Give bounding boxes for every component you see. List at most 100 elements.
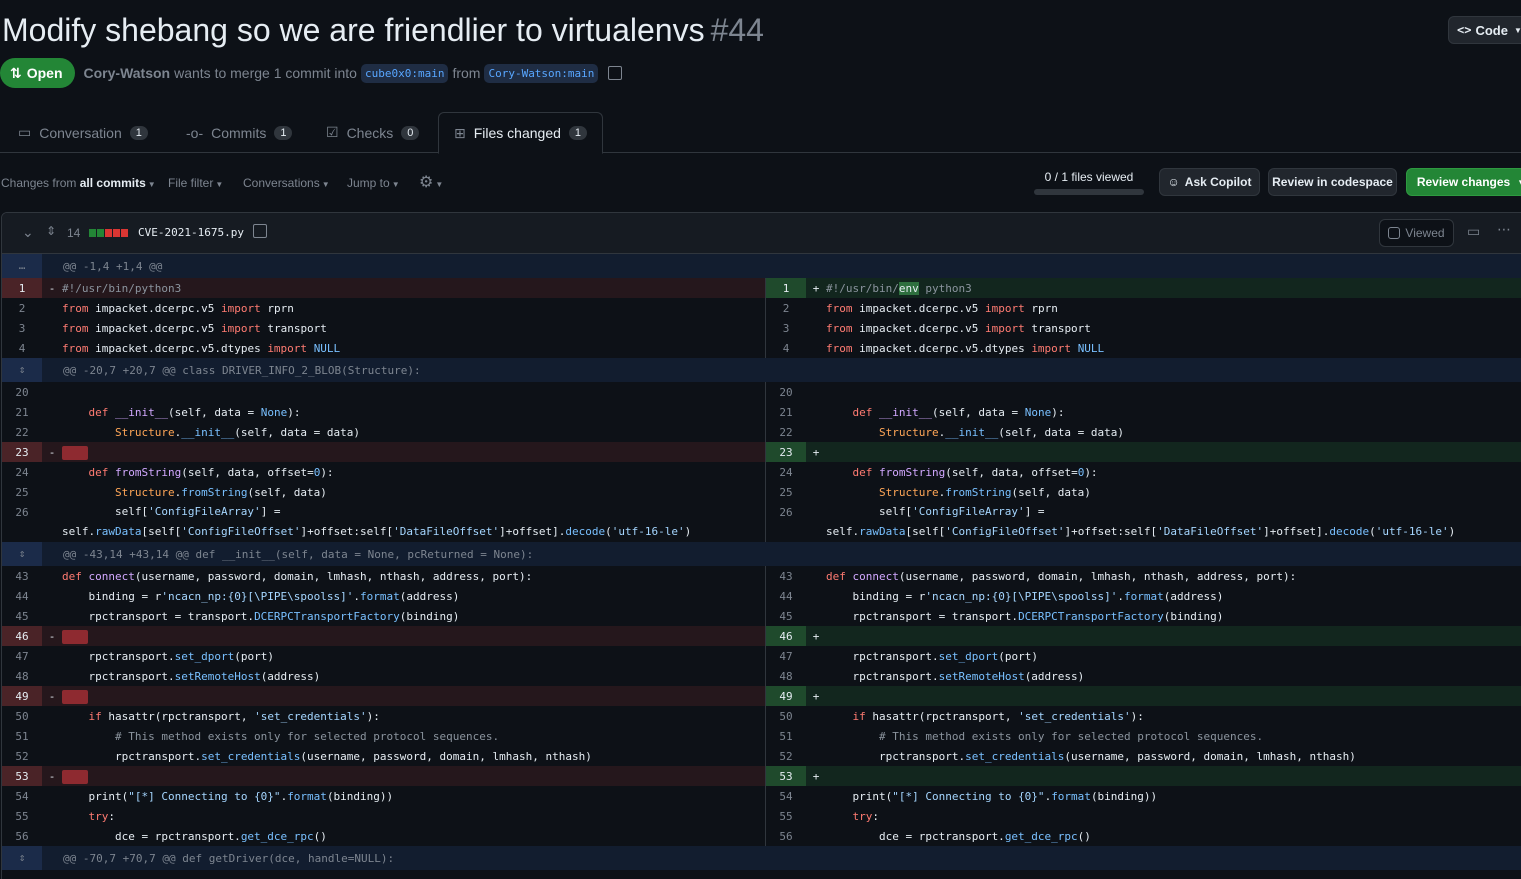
line-number[interactable]: 52 [2, 746, 42, 766]
diff-marker [42, 666, 62, 686]
copy-path-icon[interactable] [253, 224, 267, 241]
diff-marker [806, 726, 826, 746]
line-number[interactable]: 45 [766, 606, 806, 626]
line-number[interactable]: 44 [766, 586, 806, 606]
line-number[interactable]: 47 [766, 646, 806, 666]
line-number[interactable]: 22 [766, 422, 806, 442]
left-pane: 25 Structure.fromString(self, data) [2, 482, 765, 502]
line-number[interactable]: 1 [2, 278, 42, 298]
comment-icon[interactable]: ▭ [1467, 223, 1480, 240]
collapse-chevron-icon[interactable]: ⌄ [22, 224, 34, 241]
expand-hunk-icon[interactable]: ⇕ [2, 846, 42, 870]
line-number[interactable]: 46 [766, 626, 806, 646]
line-number[interactable]: 50 [2, 706, 42, 726]
line-number[interactable]: 25 [2, 482, 42, 502]
settings-gear-icon[interactable]: ⚙ ▼ [419, 172, 443, 192]
checkbox-icon [1388, 227, 1401, 239]
line-number[interactable]: 1 [766, 278, 806, 298]
line-number[interactable]: 44 [2, 586, 42, 606]
line-number[interactable]: 3 [766, 318, 806, 338]
file-filter-dropdown[interactable]: File filter ▼ [168, 176, 223, 190]
review-changes-button[interactable]: Review changes ▼ [1406, 168, 1521, 196]
head-branch[interactable]: Cory-Watson:main [484, 63, 599, 83]
line-number[interactable]: 26 [2, 502, 42, 542]
left-pane: 24 def fromString(self, data, offset=0): [2, 462, 765, 482]
line-number[interactable]: 48 [766, 666, 806, 686]
hunk-text: @@ -20,7 +20,7 @@ class DRIVER_INFO_2_BL… [63, 364, 421, 377]
code-line: Structure.__init__(self, data = data) [878, 426, 1125, 439]
line-number[interactable]: 49 [2, 686, 42, 706]
line-number[interactable]: 23 [2, 442, 42, 462]
tab-checks[interactable]: ☑ Checks 0 [326, 112, 420, 153]
line-number[interactable]: 46 [2, 626, 42, 646]
line-number[interactable]: 52 [766, 746, 806, 766]
line-number[interactable]: 25 [766, 482, 806, 502]
comment-icon: ▭ [18, 124, 32, 140]
jump-to-dropdown[interactable]: Jump to ▼ [347, 176, 400, 190]
from-text: from [452, 65, 481, 81]
line-number[interactable]: 20 [2, 382, 42, 402]
line-number[interactable]: 43 [2, 566, 42, 586]
line-number[interactable]: 24 [2, 462, 42, 482]
hunk-header: ⇕ @@ -70,7 +70,7 @@ def getDriver(dce, ha… [2, 846, 1521, 870]
line-number[interactable]: 53 [766, 766, 806, 786]
file-name[interactable]: CVE-2021-1675.py [138, 226, 244, 239]
line-number[interactable]: 21 [766, 402, 806, 422]
tab-files-changed[interactable]: ⊞ Files changed 1 [438, 112, 604, 154]
line-number[interactable]: 50 [766, 706, 806, 726]
line-number[interactable]: 54 [2, 786, 42, 806]
line-number[interactable]: 51 [2, 726, 42, 746]
line-number[interactable]: 20 [766, 382, 806, 402]
line-number[interactable]: 55 [2, 806, 42, 826]
copy-icon[interactable] [608, 66, 623, 80]
line-number[interactable]: 26 [766, 502, 806, 542]
tab-conversation[interactable]: ▭ Conversation 1 [18, 112, 148, 153]
diff-marker: + [812, 630, 820, 643]
line-number[interactable]: 2 [766, 298, 806, 318]
pr-title-text: Modify shebang so we are friendlier to v… [2, 12, 705, 48]
line-number[interactable]: 21 [2, 402, 42, 422]
expand-hunk-icon[interactable]: … [2, 254, 42, 278]
line-number[interactable]: 55 [766, 806, 806, 826]
code-line: #!/usr/bin/env python3 [826, 282, 972, 295]
hunk-header: ⇕ @@ -43,14 +43,14 @@ def __init__(self, … [2, 542, 1521, 566]
line-number[interactable]: 48 [2, 666, 42, 686]
expand-hunk-icon[interactable]: ⇕ [2, 542, 42, 566]
line-number[interactable]: 24 [766, 462, 806, 482]
line-number[interactable]: 3 [2, 318, 42, 338]
line-number[interactable]: 53 [2, 766, 42, 786]
line-number[interactable]: 56 [766, 826, 806, 846]
line-number[interactable]: 4 [766, 338, 806, 358]
kebab-menu-icon[interactable]: ⋯ [1497, 221, 1511, 238]
code-button[interactable]: <> Code ▼ [1448, 16, 1521, 44]
tab-commits[interactable]: -o- Commits 1 [186, 112, 293, 153]
expand-all-icon[interactable]: ⇕ [46, 224, 56, 238]
base-branch[interactable]: cube0x0:main [360, 63, 449, 83]
review-codespace-button[interactable]: Review in codespace [1268, 168, 1397, 196]
right-pane: 26 self['ConfigFileArray'] = self.rawDat… [765, 502, 1521, 542]
line-number[interactable]: 49 [766, 686, 806, 706]
line-number[interactable]: 51 [766, 726, 806, 746]
line-number[interactable]: 22 [2, 422, 42, 442]
diff-marker [806, 422, 826, 442]
viewed-checkbox[interactable]: Viewed [1379, 219, 1454, 247]
line-number[interactable]: 56 [2, 826, 42, 846]
left-pane: 2 from impacket.dcerpc.v5 import rprn [2, 298, 765, 318]
line-number[interactable]: 45 [2, 606, 42, 626]
changes-from-dropdown[interactable]: Changes from all commits ▼ [1, 176, 156, 190]
diff-marker [806, 806, 826, 826]
line-number[interactable]: 23 [766, 442, 806, 462]
left-pane: 48 rpctransport.setRemoteHost(address) [2, 666, 765, 686]
line-number[interactable]: 47 [2, 646, 42, 666]
code-line: self['ConfigFileArray'] = self.rawData[s… [826, 505, 1456, 538]
line-number[interactable]: 4 [2, 338, 42, 358]
code-line: from impacket.dcerpc.v5 import rprn [62, 302, 294, 315]
line-number[interactable]: 54 [766, 786, 806, 806]
author-link[interactable]: Cory-Watson [84, 65, 171, 81]
diff-marker [806, 402, 826, 422]
expand-hunk-icon[interactable]: ⇕ [2, 358, 42, 382]
conversations-dropdown[interactable]: Conversations ▼ [243, 176, 330, 190]
line-number[interactable]: 43 [766, 566, 806, 586]
ask-copilot-button[interactable]: ☺ Ask Copilot [1159, 168, 1260, 196]
line-number[interactable]: 2 [2, 298, 42, 318]
